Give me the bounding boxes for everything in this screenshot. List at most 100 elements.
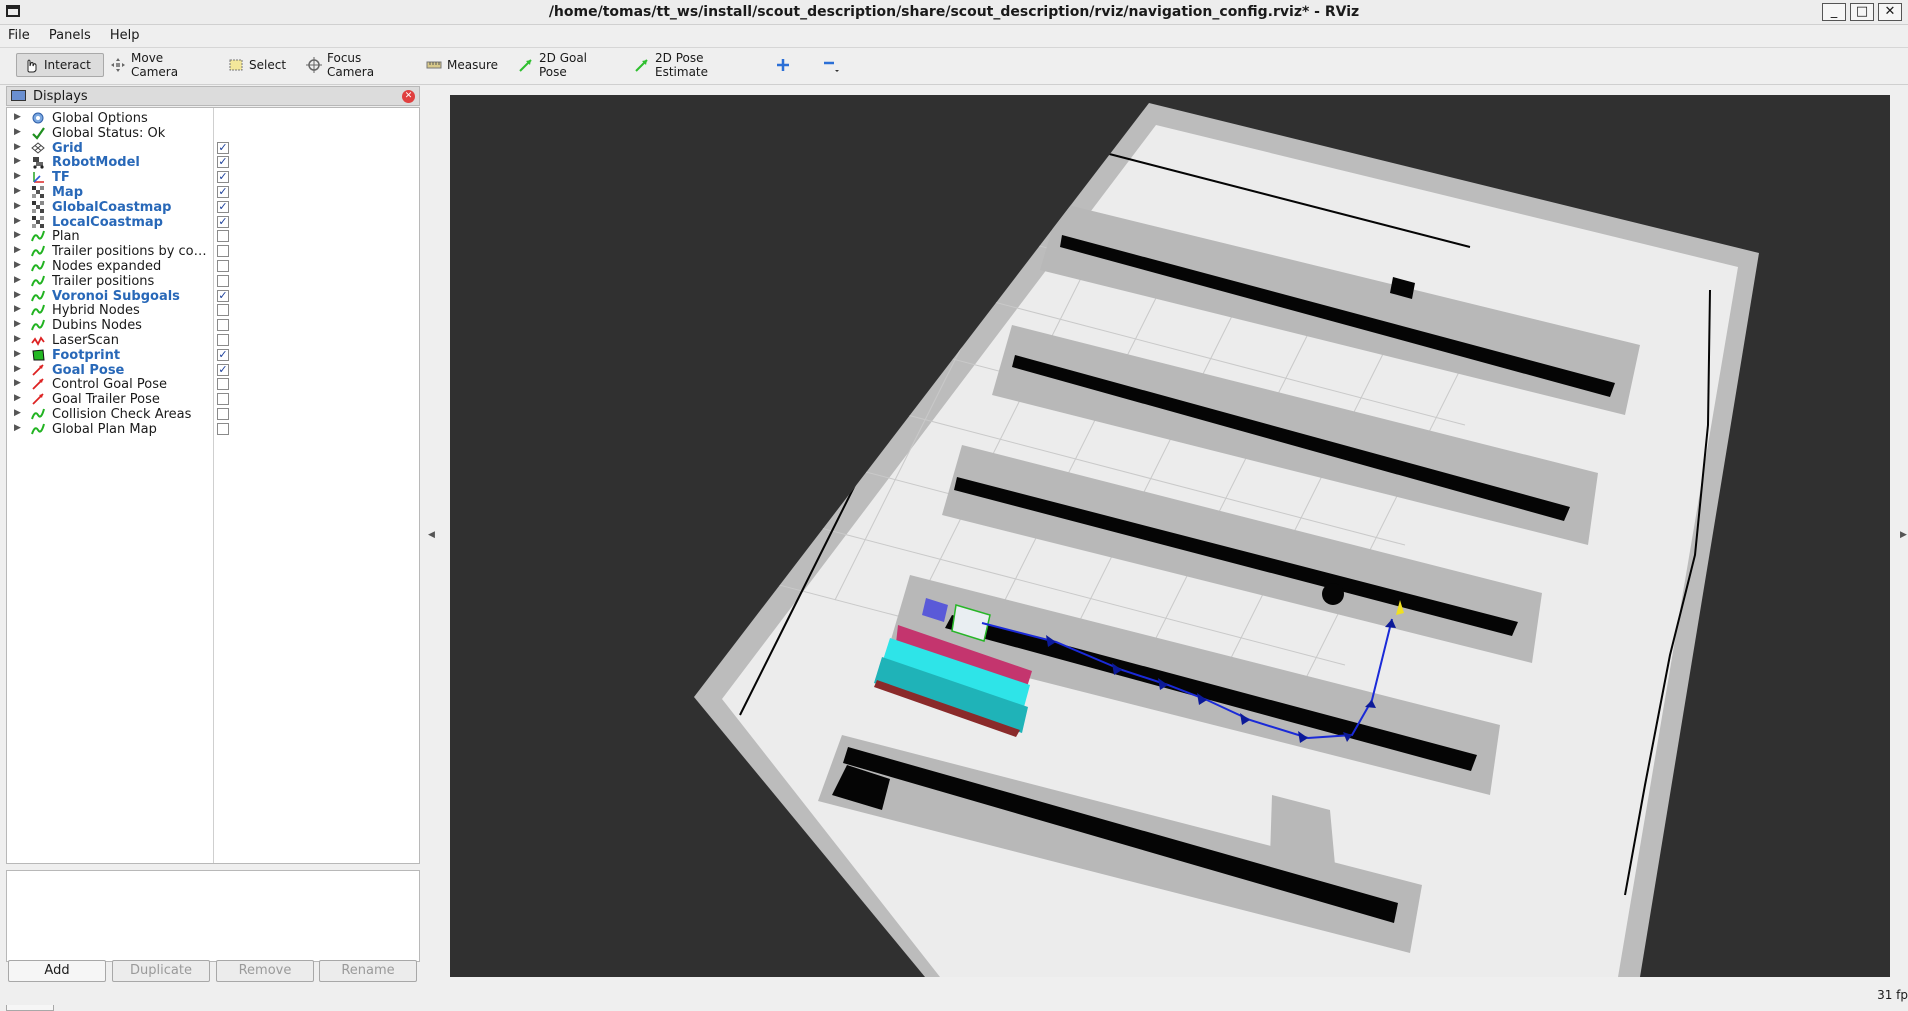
display-row[interactable]: ▶ Global Plan Map xyxy=(7,421,419,439)
duplicate-button[interactable]: Duplicate xyxy=(112,960,210,982)
display-name: Control Goal Pose xyxy=(52,377,167,393)
select-tool-button[interactable]: Select xyxy=(222,53,298,77)
displays-panel: Displays ✕ ▶ Global Options ▶ Global Status… xyxy=(6,86,420,866)
expand-arrow-icon[interactable]: ▶ xyxy=(14,156,21,166)
display-enabled-checkbox[interactable] xyxy=(217,230,229,243)
display-name: Map xyxy=(52,185,84,200)
display-enabled-checkbox[interactable]: ✓ xyxy=(217,200,229,213)
display-enabled-checkbox[interactable] xyxy=(217,260,229,272)
display-description-area xyxy=(6,870,420,962)
expand-arrow-icon[interactable]: ▶ xyxy=(14,112,21,122)
display-name: RobotModel xyxy=(52,155,140,171)
pose-estimate-label: 2D Pose Estimate xyxy=(655,51,709,79)
move-camera-label: Move Camera xyxy=(131,51,179,79)
expand-arrow-icon[interactable]: ▶ xyxy=(14,378,21,388)
menu-bar: File Panels Help xyxy=(0,25,1908,48)
display-enabled-checkbox[interactable]: ✓ xyxy=(217,289,229,302)
pose-estimate-icon xyxy=(635,59,648,72)
left-splitter-handle[interactable]: ◀ xyxy=(428,530,435,540)
display-enabled-checkbox[interactable] xyxy=(217,334,229,346)
move-camera-tool-button[interactable]: Move Camera xyxy=(104,51,214,79)
measure-tool-button[interactable]: Measure xyxy=(420,53,500,77)
expand-arrow-icon[interactable]: ▶ xyxy=(14,349,21,359)
focus-camera-tool-button[interactable]: Focus Camera xyxy=(300,51,408,79)
right-splitter-handle[interactable]: ▶ xyxy=(1900,530,1907,540)
focus-camera-icon xyxy=(306,57,322,73)
maximize-button[interactable]: □ xyxy=(1850,3,1874,21)
plus-icon xyxy=(777,59,789,71)
display-enabled-checkbox[interactable] xyxy=(217,304,229,317)
menu-file[interactable]: File xyxy=(0,25,37,43)
interact-tool-button[interactable]: Interact xyxy=(16,53,104,77)
display-enabled-checkbox[interactable] xyxy=(217,274,229,287)
displays-title: Displays xyxy=(33,89,88,104)
window-title: /home/tomas/tt_ws/install/scout_descript… xyxy=(548,4,1360,20)
interact-label: Interact xyxy=(44,58,91,72)
expand-arrow-icon[interactable]: ▶ xyxy=(14,127,21,137)
expand-arrow-icon[interactable]: ▶ xyxy=(14,290,21,300)
close-button[interactable]: ✕ xyxy=(1878,3,1902,21)
expand-arrow-icon[interactable]: ▶ xyxy=(14,423,21,433)
display-name: Plan xyxy=(52,229,80,245)
display-enabled-checkbox[interactable]: ✓ xyxy=(217,156,229,169)
select-label: Select xyxy=(249,58,287,72)
goal-arrow-icon xyxy=(519,59,532,72)
display-name: Global Options xyxy=(52,111,148,126)
remove-tool-dropdown[interactable] xyxy=(816,53,846,77)
close-panel-icon[interactable]: ✕ xyxy=(402,90,415,103)
display-enabled-checkbox[interactable] xyxy=(217,378,229,391)
hand-pointer-icon xyxy=(27,59,37,73)
display-name: Goal Pose xyxy=(52,362,125,378)
expand-arrow-icon[interactable]: ▶ xyxy=(14,275,21,285)
display-enabled-checkbox[interactable] xyxy=(217,393,229,406)
status-bar: 31 fp xyxy=(0,984,1908,1005)
display-name: Dubins Nodes xyxy=(52,318,142,334)
expand-arrow-icon[interactable]: ▶ xyxy=(14,216,21,226)
rename-button[interactable]: Rename xyxy=(319,960,417,982)
display-enabled-checkbox[interactable] xyxy=(217,245,229,258)
display-enabled-checkbox[interactable]: ✓ xyxy=(217,141,229,154)
display-name: TF xyxy=(52,170,70,186)
expand-arrow-icon[interactable]: ▶ xyxy=(14,230,21,240)
expand-arrow-icon[interactable]: ▶ xyxy=(14,408,21,418)
expand-arrow-icon[interactable]: ▶ xyxy=(14,201,21,211)
expand-arrow-icon[interactable]: ▶ xyxy=(14,393,21,403)
add-tool-button[interactable] xyxy=(770,53,794,77)
minimize-button[interactable]: _ xyxy=(1822,3,1846,21)
displays-tree[interactable]: ▶ Global Options ▶ Global Status: Ok ▶ Grid ✓ ▶… xyxy=(6,107,420,864)
display-name: Global Status: Ok xyxy=(52,125,166,141)
add-button[interactable]: Add xyxy=(8,960,106,982)
remove-button[interactable]: Remove xyxy=(216,960,314,982)
expand-arrow-icon[interactable]: ▶ xyxy=(14,304,21,314)
menu-help[interactable]: Help xyxy=(102,25,147,43)
display-enabled-checkbox[interactable]: ✓ xyxy=(217,171,229,184)
map-scene xyxy=(694,103,1759,977)
menu-panels[interactable]: Panels xyxy=(41,25,98,43)
display-enabled-checkbox[interactable]: ✓ xyxy=(217,348,229,361)
display-enabled-checkbox[interactable]: ✓ xyxy=(217,215,229,228)
expand-arrow-icon[interactable]: ▶ xyxy=(14,319,21,329)
display-name: Trailer positions xyxy=(52,273,155,289)
display-enabled-checkbox[interactable] xyxy=(217,422,229,435)
expand-arrow-icon[interactable]: ▶ xyxy=(14,186,21,196)
expand-arrow-icon[interactable]: ▶ xyxy=(14,364,21,374)
expand-arrow-icon[interactable]: ▶ xyxy=(14,334,21,344)
display-enabled-checkbox[interactable] xyxy=(217,319,229,332)
pose-estimate-tool-button[interactable]: 2D Pose Estimate xyxy=(628,51,752,79)
display-name: Trailer positions by cont… xyxy=(52,244,212,260)
fps-readout: 31 fp xyxy=(1877,988,1908,1002)
monitor-icon xyxy=(11,90,26,101)
expand-arrow-icon[interactable]: ▶ xyxy=(14,245,21,255)
render-viewport[interactable] xyxy=(450,95,1890,977)
move-camera-icon xyxy=(111,58,125,72)
goal-pose-tool-button[interactable]: 2D Goal Pose xyxy=(512,51,610,79)
display-enabled-checkbox[interactable]: ✓ xyxy=(217,363,229,376)
display-name: LocalCoastmap xyxy=(52,214,163,230)
expand-arrow-icon[interactable]: ▶ xyxy=(14,171,21,181)
expand-arrow-icon[interactable]: ▶ xyxy=(14,142,21,152)
select-icon xyxy=(229,59,243,71)
display-name: Footprint xyxy=(52,347,121,363)
expand-arrow-icon[interactable]: ▶ xyxy=(14,260,21,270)
display-enabled-checkbox[interactable] xyxy=(217,408,229,420)
display-enabled-checkbox[interactable]: ✓ xyxy=(217,186,229,198)
